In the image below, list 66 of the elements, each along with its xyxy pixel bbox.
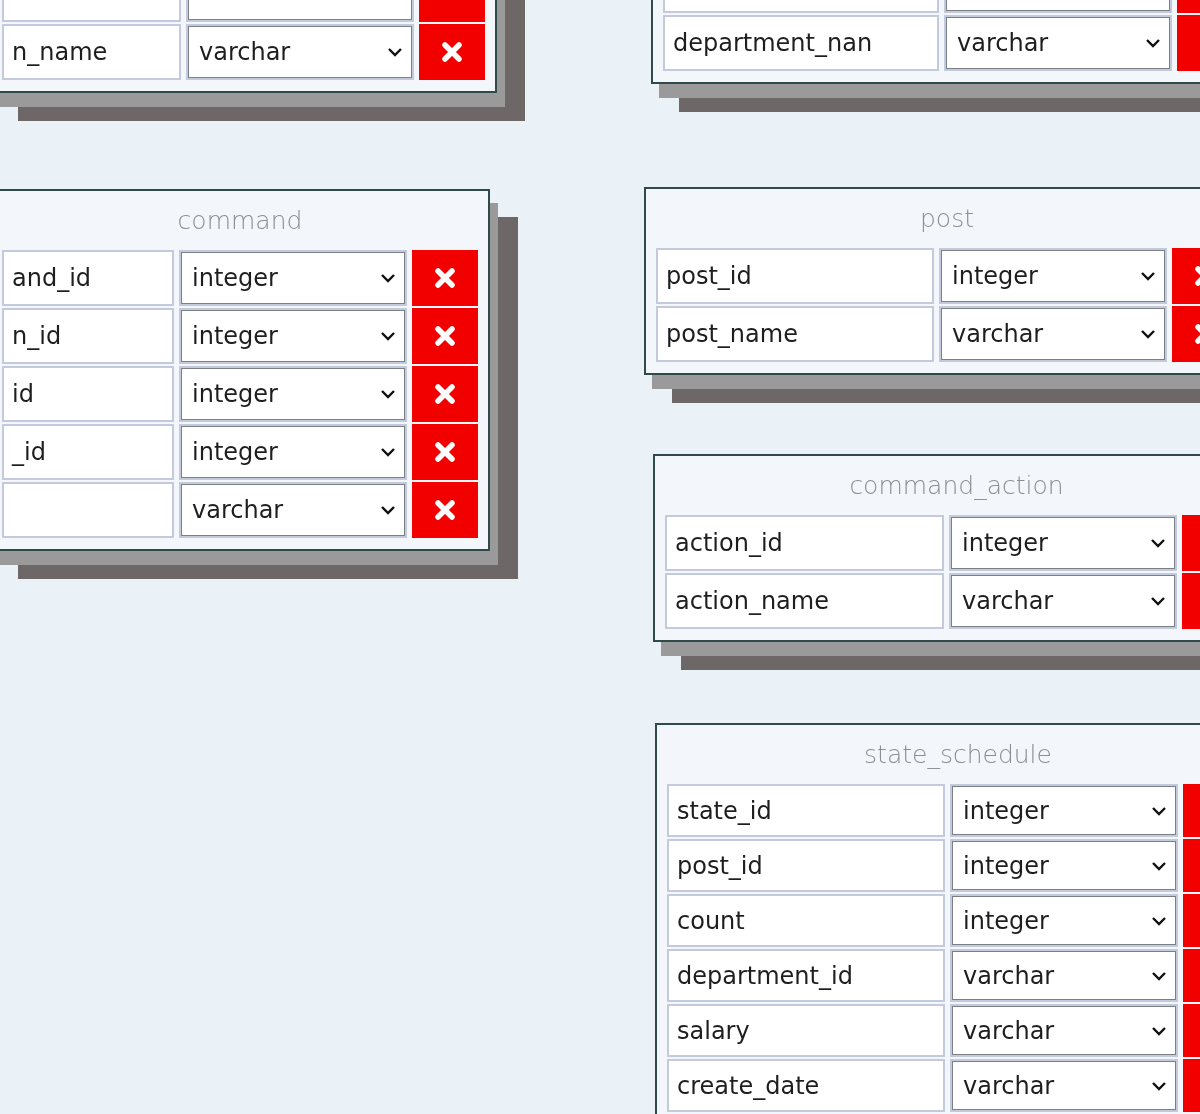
type-select[interactable]: integer	[181, 310, 405, 362]
type-select[interactable]: varchar	[952, 1061, 1176, 1110]
chevron-icon	[380, 447, 396, 457]
cross-icon	[441, 41, 463, 63]
chevron-icon	[380, 505, 396, 515]
type-select[interactable]: varchar	[952, 951, 1176, 1000]
delete-button[interactable]	[412, 250, 478, 306]
column-name-field[interactable]: state_id	[667, 784, 945, 837]
delete-button[interactable]	[412, 482, 478, 538]
chevron-icon	[1145, 38, 1161, 48]
type-select[interactable]: varchar	[951, 575, 1175, 627]
type-select[interactable]: varchar	[181, 484, 405, 536]
type-select[interactable]: varchar	[941, 308, 1165, 360]
type-select[interactable]: integer	[181, 252, 405, 304]
column-name-field[interactable]: post_id	[667, 839, 945, 892]
type-select[interactable]: integer	[952, 841, 1176, 890]
cross-icon	[434, 267, 456, 289]
delete-button[interactable]	[419, 24, 485, 80]
type-select[interactable]: integer	[952, 786, 1176, 835]
column-name-field[interactable]: n_name	[2, 24, 181, 80]
column-name-field[interactable]: action_name	[665, 573, 944, 629]
chevron-icon	[380, 331, 396, 341]
chevron-icon	[1151, 915, 1167, 926]
chevron-icon	[1151, 1080, 1167, 1091]
cross-icon	[434, 325, 456, 347]
chevron-icon	[380, 273, 396, 283]
type-select[interactable]: integer	[181, 368, 405, 420]
column-name-field[interactable]: post_name	[656, 306, 934, 362]
type-select[interactable]: integer	[951, 517, 1175, 569]
table-title: command	[176, 204, 304, 237]
column-name-field[interactable]: count	[667, 894, 945, 947]
table-title: command_action	[848, 469, 1065, 502]
chevron-icon	[1151, 970, 1167, 981]
chevron-icon	[380, 389, 396, 399]
chevron-icon	[1151, 1025, 1167, 1036]
column-name-field[interactable]: post_id	[656, 248, 934, 304]
chevron-icon	[1140, 271, 1156, 281]
table-title: post	[919, 202, 975, 235]
column-name-field[interactable]: id	[2, 366, 174, 422]
column-name-field[interactable]: create_date	[667, 1059, 945, 1112]
column-name-field[interactable]: salary	[667, 1004, 945, 1057]
type-select[interactable]: integer	[181, 426, 405, 478]
chevron-icon	[1151, 805, 1167, 816]
type-select[interactable]: varchar	[952, 1006, 1176, 1055]
chevron-icon	[1151, 860, 1167, 871]
column-name-field[interactable]: department_id	[667, 949, 945, 1002]
table-title: state_schedule	[863, 738, 1053, 771]
column-name-field[interactable]: _id	[2, 424, 174, 480]
chevron-icon	[1150, 538, 1166, 548]
cross-icon	[434, 499, 456, 521]
cross-icon	[434, 441, 456, 463]
cross-icon	[434, 383, 456, 405]
delete-button[interactable]	[412, 424, 478, 480]
type-select[interactable]: varchar	[188, 26, 412, 78]
type-select[interactable]: integer	[941, 250, 1165, 302]
chevron-icon	[1140, 329, 1156, 339]
chevron-icon	[387, 47, 403, 57]
column-name-field[interactable]: department_nan	[663, 15, 939, 71]
column-name-field[interactable]: action_id	[665, 515, 944, 571]
chevron-icon	[1150, 596, 1166, 606]
type-select[interactable]: integer	[952, 896, 1176, 945]
type-select[interactable]: varchar	[946, 17, 1170, 69]
delete-button[interactable]	[412, 308, 478, 364]
delete-button[interactable]	[412, 366, 478, 422]
column-name-field[interactable]: n_id	[2, 308, 174, 364]
column-name-field[interactable]: and_id	[2, 250, 174, 306]
